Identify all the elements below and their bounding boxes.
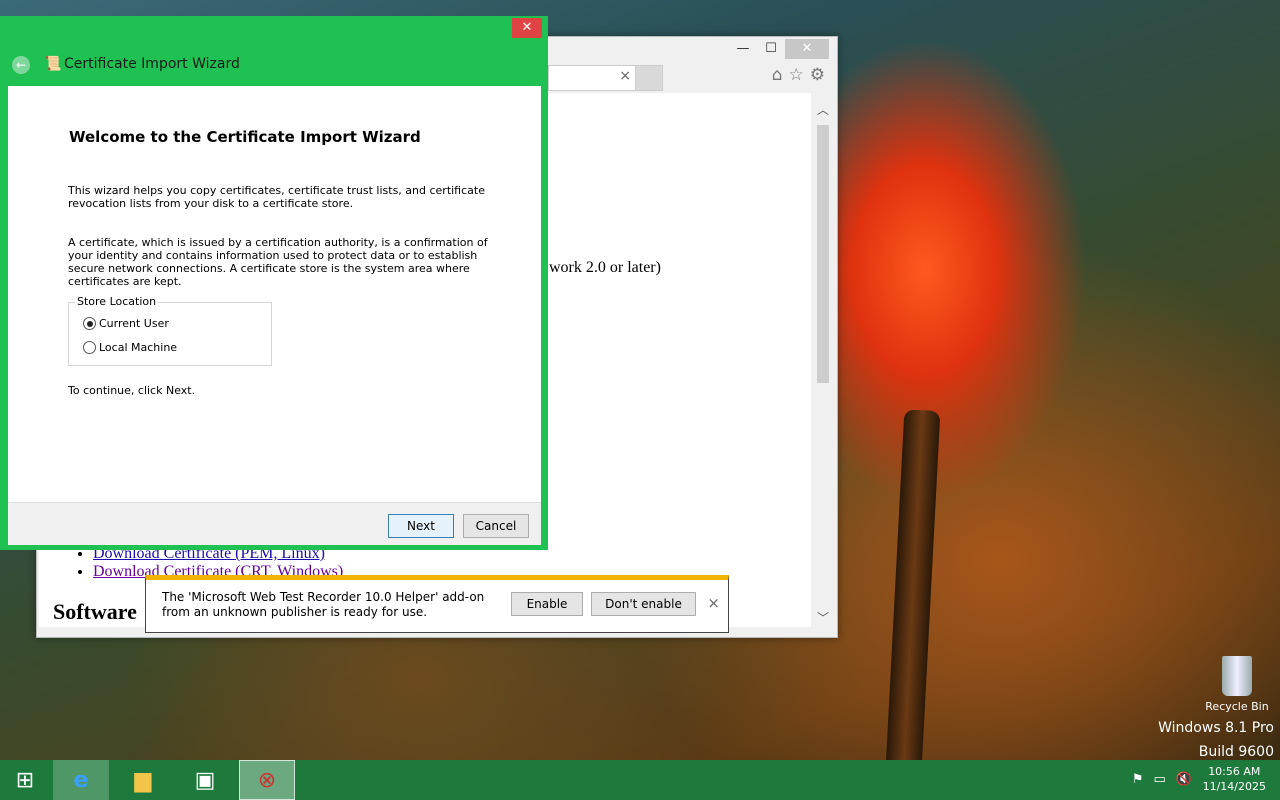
notification-close-icon[interactable]: × — [707, 594, 720, 612]
taskbar-internet-explorer[interactable]: e — [53, 760, 109, 800]
scroll-up-icon[interactable]: ︿ — [815, 101, 831, 117]
taskbar-store[interactable]: ▣ — [177, 760, 233, 800]
local-machine-radio[interactable] — [83, 341, 96, 354]
ie-tab-close-icon[interactable]: × — [619, 68, 631, 84]
ie-partial-text: work 2.0 or later) — [549, 259, 661, 276]
os-watermark: Windows 8.1 Pro Build 9600 — [1158, 716, 1274, 764]
wallpaper-stem — [885, 409, 941, 771]
favorites-star-icon[interactable]: ☆ — [789, 65, 804, 85]
cancel-button[interactable]: Cancel — [463, 514, 529, 538]
clock-time: 10:56 AM — [1208, 765, 1261, 778]
wizard-description-text: A certificate, which is issued by a cert… — [68, 236, 488, 288]
wizard-body: Welcome to the Certificate Import Wizard… — [8, 86, 541, 502]
clock-date: 11/14/2025 — [1202, 780, 1266, 793]
wizard-window-title: Certificate Import Wizard — [64, 56, 240, 72]
internet-explorer-icon: e — [73, 767, 89, 793]
taskbar-file-explorer[interactable]: ▆ — [115, 760, 171, 800]
local-machine-label: Local Machine — [99, 341, 178, 354]
ie-maximize-button[interactable]: ☐ — [757, 39, 785, 59]
current-user-radio[interactable] — [83, 317, 96, 330]
current-user-label: Current User — [99, 317, 169, 330]
folder-icon: ▆ — [134, 767, 152, 793]
next-button[interactable]: Next — [388, 514, 454, 538]
start-button[interactable]: ⊞ — [0, 760, 50, 800]
wizard-footer: Next Cancel — [8, 502, 541, 545]
dont-enable-button[interactable]: Don't enable — [591, 592, 696, 616]
gear-icon[interactable]: ⚙ — [810, 65, 825, 85]
back-arrow-icon[interactable]: ← — [12, 56, 30, 74]
certificate-icon: ⊗ — [257, 767, 277, 793]
volume-muted-icon[interactable]: 🔇 — [1176, 772, 1192, 787]
taskbar-certificate-wizard[interactable]: ⊗ — [239, 760, 295, 800]
wizard-heading: Welcome to the Certificate Import Wizard — [69, 128, 421, 146]
store-location-group: Store Location Current User Local Machin… — [68, 295, 272, 366]
windows-logo-icon: ⊞ — [15, 767, 35, 793]
continue-instruction: To continue, click Next. — [68, 384, 196, 397]
current-user-option[interactable]: Current User — [83, 317, 169, 330]
clock[interactable]: 10:56 AM 11/14/2025 — [1203, 764, 1266, 794]
taskbar: ⊞ e ▆ ▣ ⊗ ⚑ ▭ 🔇 10:56 AM 11/14/2025 — [0, 760, 1280, 800]
local-machine-option[interactable]: Local Machine — [83, 341, 177, 354]
os-name: Windows 8.1 Pro — [1158, 720, 1274, 736]
recycle-bin[interactable]: Recycle Bin — [1200, 656, 1274, 713]
ie-toolbar: ⌂ ☆ ⚙ — [772, 65, 825, 85]
scroll-thumb[interactable] — [817, 125, 829, 383]
certificate-import-wizard: ✕ ← 📜 Certificate Import Wizard Welcome … — [0, 16, 548, 550]
recycle-bin-icon — [1222, 656, 1252, 696]
notification-message: The 'Microsoft Web Test Recorder 10.0 He… — [162, 590, 485, 619]
wizard-close-button[interactable]: ✕ — [512, 18, 542, 38]
certificate-icon: 📜 — [44, 56, 62, 72]
wizard-intro-text: This wizard helps you copy certificates,… — [68, 184, 485, 210]
ie-new-tab-button[interactable] — [635, 65, 663, 91]
action-center-flag-icon[interactable]: ⚑ — [1132, 772, 1144, 787]
store-bag-icon: ▣ — [194, 767, 216, 793]
ie-scrollbar[interactable]: ︿ ﹀ — [815, 99, 831, 625]
ie-minimize-button[interactable]: — — [729, 39, 757, 59]
network-icon[interactable]: ▭ — [1154, 772, 1166, 787]
addon-notification-bar: The 'Microsoft Web Test Recorder 10.0 He… — [145, 575, 729, 633]
ie-caption-buttons: — ☐ ✕ — [729, 39, 829, 59]
scroll-down-icon[interactable]: ﹀ — [815, 609, 831, 625]
system-tray: ⚑ ▭ 🔇 — [1132, 772, 1192, 787]
software-heading: Software — [53, 599, 137, 624]
enable-button[interactable]: Enable — [511, 592, 583, 616]
ie-tab[interactable]: × — [548, 65, 636, 91]
ie-close-button[interactable]: ✕ — [785, 39, 829, 59]
home-icon[interactable]: ⌂ — [772, 65, 783, 85]
recycle-bin-label: Recycle Bin — [1205, 700, 1269, 713]
store-location-label: Store Location — [75, 295, 159, 308]
